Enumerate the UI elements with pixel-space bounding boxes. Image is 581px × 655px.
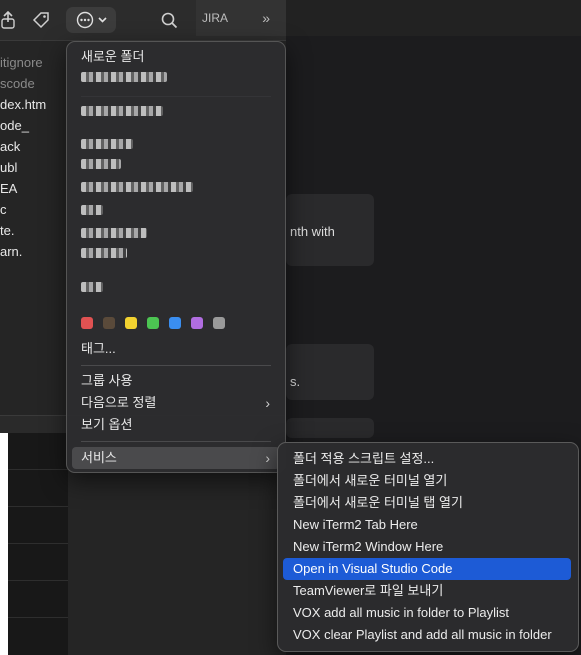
tag-color-blue[interactable] bbox=[169, 317, 181, 329]
menu-separator bbox=[81, 365, 271, 366]
list-item[interactable]: ubl bbox=[0, 157, 70, 178]
card-text: s. bbox=[290, 374, 301, 389]
tag-color-purple[interactable] bbox=[191, 317, 203, 329]
list-item[interactable]: te. bbox=[0, 220, 70, 241]
card-text: nth with bbox=[290, 224, 335, 239]
tag-icon[interactable] bbox=[30, 8, 52, 32]
redacted-menu-item[interactable] bbox=[81, 182, 193, 192]
list-item[interactable]: ode_ bbox=[0, 115, 70, 136]
chevron-right-icon: › bbox=[265, 395, 270, 411]
search-icon[interactable] bbox=[158, 8, 180, 32]
list-item[interactable]: EA bbox=[0, 178, 70, 199]
tag-color-green[interactable] bbox=[147, 317, 159, 329]
tab-jira[interactable]: JIRA » bbox=[196, 0, 286, 36]
service-folder-action-setup[interactable]: 폴더 적용 스크립트 설정... bbox=[283, 448, 571, 470]
redacted-menu-item[interactable] bbox=[81, 139, 133, 149]
redacted-menu-item[interactable] bbox=[81, 248, 127, 258]
menu-item-new-folder[interactable]: 새로운 폴더 bbox=[72, 46, 280, 68]
menu-separator bbox=[81, 96, 271, 97]
more-actions-menu: 새로운 폴더 태그... 그룹 사용 다음으로 정렬 › 보기 옵션 서비스 › bbox=[66, 41, 286, 473]
tab-overflow-icon[interactable]: » bbox=[262, 10, 270, 26]
tag-color-row bbox=[81, 317, 225, 329]
menu-item-use-groups[interactable]: 그룹 사용 bbox=[72, 370, 280, 392]
menu-item-sort-by[interactable]: 다음으로 정렬 › bbox=[72, 392, 280, 414]
menu-separator bbox=[81, 441, 271, 442]
list-item[interactable]: scode bbox=[0, 73, 70, 94]
services-submenu: 폴더 적용 스크립트 설정... 폴더에서 새로운 터미널 열기 폴더에서 새로… bbox=[277, 442, 579, 652]
file-list: itignore scode dex.htm ode_ ack ubl EA c… bbox=[0, 52, 70, 262]
redacted-menu-item[interactable] bbox=[81, 159, 121, 169]
redacted-menu-item[interactable] bbox=[81, 205, 103, 215]
redacted-menu-item[interactable] bbox=[81, 72, 167, 82]
chevron-down-icon bbox=[97, 17, 107, 23]
list-item[interactable]: dex.htm bbox=[0, 94, 70, 115]
tag-color-yellow[interactable] bbox=[125, 317, 137, 329]
content-card: nth with bbox=[286, 194, 374, 266]
menu-item-services[interactable]: 서비스 › bbox=[72, 447, 280, 469]
service-new-iterm2-tab[interactable]: New iTerm2 Tab Here bbox=[283, 514, 571, 536]
tag-color-red[interactable] bbox=[81, 317, 93, 329]
service-vox-clear-and-add[interactable]: VOX clear Playlist and add all music in … bbox=[283, 624, 571, 646]
redacted-menu-item[interactable] bbox=[81, 106, 163, 116]
list-item[interactable]: ack bbox=[0, 136, 70, 157]
desktop-edge bbox=[0, 433, 8, 655]
service-new-iterm2-window[interactable]: New iTerm2 Window Here bbox=[283, 536, 571, 558]
service-new-terminal-tab-at-folder[interactable]: 폴더에서 새로운 터미널 탭 열기 bbox=[283, 492, 571, 514]
service-teamviewer-send-file[interactable]: TeamViewer로 파일 보내기 bbox=[283, 580, 571, 602]
menu-item-view-options[interactable]: 보기 옵션 bbox=[72, 414, 280, 436]
list-item[interactable]: arn. bbox=[0, 241, 70, 262]
share-icon[interactable] bbox=[0, 8, 16, 32]
content-card bbox=[286, 418, 374, 438]
service-new-terminal-at-folder[interactable]: 폴더에서 새로운 터미널 열기 bbox=[283, 470, 571, 492]
ellipsis-circle-icon bbox=[76, 11, 93, 29]
menu-item-sort-by-label: 다음으로 정렬 bbox=[81, 395, 157, 410]
tag-color-gray[interactable] bbox=[213, 317, 225, 329]
tag-color-orange[interactable] bbox=[103, 317, 115, 329]
redacted-menu-item[interactable] bbox=[81, 282, 103, 292]
more-actions-button[interactable] bbox=[66, 7, 116, 33]
document-toolbar bbox=[286, 0, 581, 36]
tab-jira-label: JIRA bbox=[202, 11, 229, 25]
service-vox-add-to-playlist[interactable]: VOX add all music in folder to Playlist bbox=[283, 602, 571, 624]
menu-item-tags[interactable]: 태그... bbox=[72, 338, 280, 360]
service-open-in-vscode[interactable]: Open in Visual Studio Code bbox=[283, 558, 571, 580]
list-item[interactable]: itignore bbox=[0, 52, 70, 73]
menu-item-services-label: 서비스 bbox=[81, 450, 117, 465]
redacted-menu-item[interactable] bbox=[81, 228, 147, 238]
content-card: s. bbox=[286, 344, 374, 400]
list-item[interactable]: c bbox=[0, 199, 70, 220]
chevron-right-icon: › bbox=[265, 450, 270, 466]
sidebar-panel bbox=[8, 433, 68, 655]
